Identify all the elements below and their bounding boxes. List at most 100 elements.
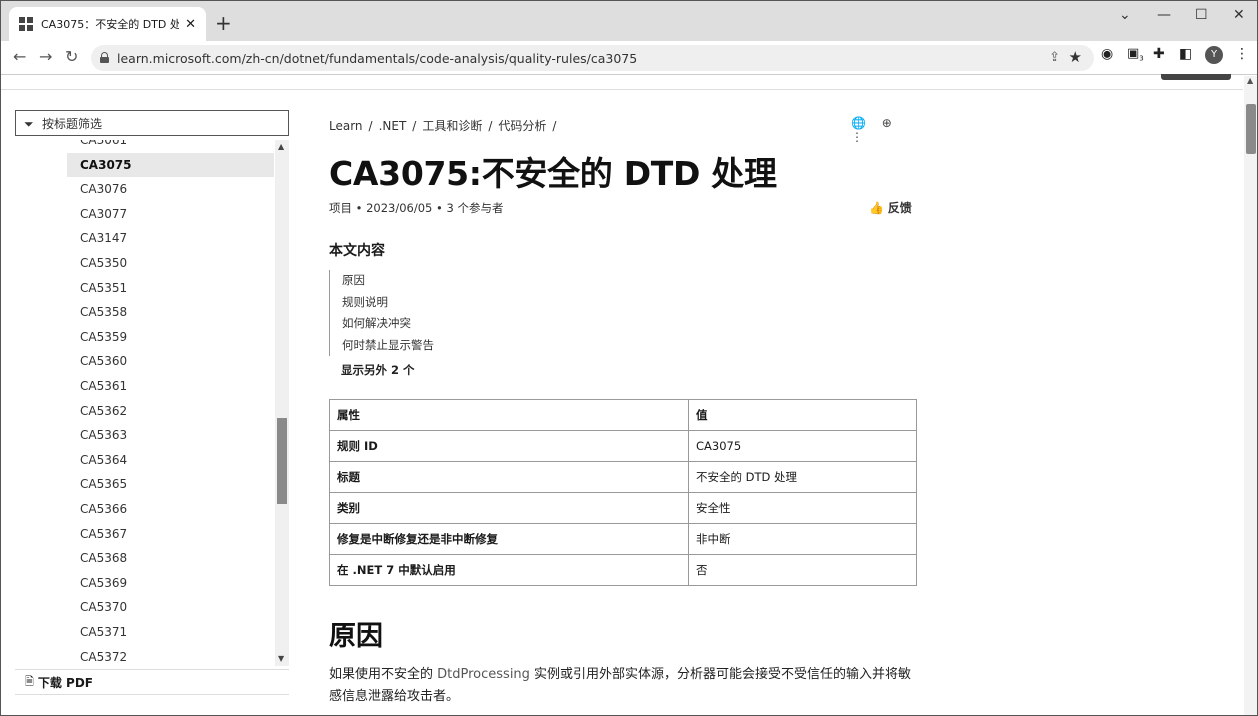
in-page-toc-link[interactable]: 规则说明 xyxy=(342,292,434,314)
toc-scroll-down-icon[interactable]: ▼ xyxy=(278,654,284,663)
avatar[interactable]: Y xyxy=(1205,46,1223,64)
filter-icon: ⏷ xyxy=(24,117,34,131)
breadcrumb: Learn / .NET / 工具和诊断 / 代码分析 / xyxy=(329,117,562,134)
sidepanel-icon[interactable]: ◧ xyxy=(1179,46,1192,62)
in-page-toc-link[interactable]: 何时禁止显示警告 xyxy=(342,335,434,357)
menu-kebab-icon[interactable]: ⋮ xyxy=(1235,46,1249,62)
bookmark-star-icon[interactable]: ★ xyxy=(1069,48,1082,66)
toc-item[interactable]: CA5368 xyxy=(67,546,274,570)
toc-scrollbar[interactable]: ▲ ▼ xyxy=(275,140,289,666)
address-bar[interactable]: learn.microsoft.com/zh-cn/dotnet/fundame… xyxy=(91,45,1094,71)
toc-item[interactable]: CA5363 xyxy=(67,423,274,447)
toc-item[interactable]: CA5351 xyxy=(67,276,274,300)
toc-item[interactable]: CA5364 xyxy=(67,448,274,472)
tab-search-icon[interactable]: ⌄ xyxy=(1119,7,1131,23)
forward-icon[interactable]: → xyxy=(39,47,52,66)
toc-item[interactable]: CA5362 xyxy=(67,399,274,423)
rule-properties-table: 属性 值 规则 ID CA3075 标题 不安全的 DTD 处理 类别 安全性 修复是中断修… xyxy=(329,399,917,586)
property-value-cell: 非中断 xyxy=(688,523,917,555)
table-header-row: 属性 值 xyxy=(329,399,917,431)
extension-circle-icon[interactable]: ◉ xyxy=(1101,46,1113,62)
share-icon[interactable]: ⇪ xyxy=(1049,50,1060,65)
language-globe-icon[interactable]: 🌐 xyxy=(851,116,866,130)
show-more-link[interactable]: 显示另外 2 个 xyxy=(341,362,415,378)
scroll-up-icon[interactable]: ▲ xyxy=(1247,76,1253,85)
toc-item[interactable]: CA3147 xyxy=(67,226,274,250)
close-tab-icon[interactable]: ✕ xyxy=(185,17,196,32)
toc-item[interactable]: CA5369 xyxy=(67,571,274,595)
toc-filter-input[interactable]: ⏷ 按标题筛选 xyxy=(15,110,289,136)
breadcrumb-link[interactable]: 代码分析 xyxy=(498,119,546,133)
header-divider xyxy=(1,89,1243,90)
toc-item[interactable]: CA5365 xyxy=(67,472,274,496)
toc-item[interactable]: CA5372 xyxy=(67,645,274,666)
minimize-icon[interactable]: — xyxy=(1157,7,1171,23)
download-pdf-button[interactable]: 🗎 下载 PDF xyxy=(15,669,289,695)
cause-paragraph: 如果使用不安全的 DtdProcessing 实例或引用外部实体源，分析器可能会… xyxy=(329,664,917,708)
filter-placeholder: 按标题筛选 xyxy=(42,116,103,131)
new-tab-icon[interactable]: + xyxy=(215,11,232,35)
url-text: learn.microsoft.com/zh-cn/dotnet/fundame… xyxy=(117,50,638,66)
back-icon[interactable]: ← xyxy=(13,47,26,66)
pdf-icon: 🗎 xyxy=(25,674,34,688)
property-value-cell: 不安全的 DTD 处理 xyxy=(688,461,917,493)
property-name-cell: 修复是中断修复还是非中断修复 xyxy=(329,523,689,555)
property-value-cell: 安全性 xyxy=(688,492,917,524)
more-options-icon[interactable]: ⋮ xyxy=(851,130,863,144)
puzzle-icon[interactable]: ✚ xyxy=(1153,46,1165,62)
breadcrumb-link[interactable]: 工具和诊断 xyxy=(422,119,482,133)
toc-item[interactable]: CA3075 xyxy=(67,152,274,177)
tab-strip: CA3075：不安全的 DTD 处理（ ✕ + ⌄ — ☐ ✕ xyxy=(1,1,1257,41)
reload-icon[interactable]: ↻ xyxy=(65,47,78,66)
tab-title: CA3075：不安全的 DTD 处理（ xyxy=(41,18,179,31)
toc-scroll-up-icon[interactable]: ▲ xyxy=(278,142,284,151)
browser-tab[interactable]: CA3075：不安全的 DTD 处理（ ✕ xyxy=(9,7,206,41)
in-page-toc-link[interactable]: 原因 xyxy=(342,270,434,292)
property-value-cell: 否 xyxy=(688,554,917,586)
toc-item[interactable]: CA5361 xyxy=(67,374,274,398)
breadcrumb-separator: / xyxy=(412,119,417,133)
extension-badge-icon[interactable]: ▣3 xyxy=(1127,46,1144,63)
toc-item[interactable]: CA3077 xyxy=(67,202,274,226)
table-row: 规则 ID CA3075 xyxy=(329,430,917,462)
toc-item[interactable]: CA5360 xyxy=(67,349,274,373)
table-row: 标题 不安全的 DTD 处理 xyxy=(329,461,917,493)
toc-item[interactable]: CA5358 xyxy=(67,300,274,324)
add-collection-icon[interactable]: ⊕ xyxy=(882,116,892,130)
browser-window: CA3075：不安全的 DTD 处理（ ✕ + ⌄ — ☐ ✕ ← → ↻ le… xyxy=(0,0,1258,716)
page-scroll-thumb[interactable] xyxy=(1246,104,1256,154)
feedback-button[interactable]: 👍 反馈 xyxy=(869,199,912,216)
microsoft-logo-icon xyxy=(19,17,33,31)
extension-badge-count: 3 xyxy=(1139,54,1144,63)
in-page-toc-link[interactable]: 如何解决冲突 xyxy=(342,313,434,335)
toc-item[interactable]: CA5359 xyxy=(67,325,274,349)
toc-item[interactable]: CA3061 xyxy=(67,140,274,152)
in-page-toc: 原因 规则说明 如何解决冲突 何时禁止显示警告 xyxy=(329,270,434,356)
toc-item[interactable]: CA5366 xyxy=(67,497,274,521)
property-value-cell: CA3075 xyxy=(688,430,917,462)
breadcrumb-link[interactable]: .NET xyxy=(379,119,407,133)
property-name-cell: 标题 xyxy=(329,461,689,493)
toc-item[interactable]: CA5371 xyxy=(67,620,274,644)
table-row: 在 .NET 7 中默认启用否 xyxy=(329,554,917,586)
breadcrumb-separator: / xyxy=(488,119,493,133)
toc-item[interactable]: CA5370 xyxy=(67,595,274,619)
table-row: 类别 安全性 xyxy=(329,492,917,524)
page-title: CA3075:不安全的 DTD 处理 xyxy=(329,154,777,193)
article-meta: 项目 • 2023/06/05 • 3 个参与者 xyxy=(329,201,504,215)
toc-item[interactable]: CA5367 xyxy=(67,522,274,546)
feedback-label: 反馈 xyxy=(887,201,912,215)
breadcrumb-link[interactable]: Learn xyxy=(329,119,363,133)
article-actions: 🌐 ⊕ ⋮ xyxy=(839,116,917,144)
toc-item[interactable]: CA5350 xyxy=(67,251,274,275)
toc-item[interactable]: CA3076 xyxy=(67,177,274,201)
dtdprocessing-link[interactable]: DtdProcessing xyxy=(437,667,530,682)
download-pdf-label: 下载 PDF xyxy=(37,675,93,690)
property-name-cell: 在 .NET 7 中默认启用 xyxy=(329,554,689,586)
page-scrollbar[interactable]: ▲ xyxy=(1244,76,1257,715)
header-button[interactable] xyxy=(1161,74,1231,80)
toc-scroll-thumb[interactable] xyxy=(277,418,287,504)
close-window-icon[interactable]: ✕ xyxy=(1233,7,1245,23)
table-header-cell: 属性 xyxy=(329,399,689,431)
maximize-icon[interactable]: ☐ xyxy=(1195,7,1208,23)
